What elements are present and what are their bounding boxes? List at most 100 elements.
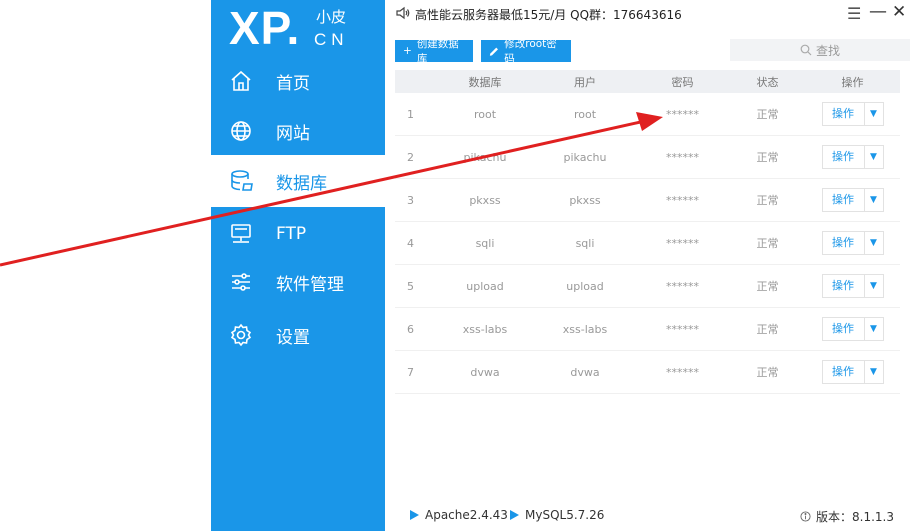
main-panel: 高性能云服务器最低15元/月 QQ群：176643616 ☰ — ✕ + 创建数… bbox=[385, 0, 910, 531]
row-database-name: sqli bbox=[475, 236, 495, 250]
mysql-status[interactable]: MySQL5.7.26 bbox=[510, 508, 604, 522]
table-body: 1 root root ****** 正常 操作 ▼ 2 pikachu pikachu *****… bbox=[395, 93, 900, 394]
table-row: 6 xss-labs xss-labs ****** 正常 操作 ▼ bbox=[395, 308, 900, 351]
sidebar-item-label: 软件管理 bbox=[276, 274, 344, 295]
pencil-icon bbox=[489, 47, 498, 56]
row-status: 正常 bbox=[756, 151, 779, 164]
sidebar-item-database[interactable]: 数据库 bbox=[211, 155, 385, 207]
header-password: 密码 bbox=[671, 75, 694, 89]
row-index: 2 bbox=[407, 150, 414, 164]
sidebar-item-website[interactable]: 网站 bbox=[211, 105, 385, 157]
row-password: ****** bbox=[666, 365, 699, 379]
minimize-icon[interactable]: — bbox=[869, 1, 887, 22]
row-action-dropdown[interactable]: 操作 ▼ bbox=[821, 274, 884, 298]
row-user-name: sqli bbox=[575, 236, 595, 250]
row-action-dropdown[interactable]: 操作 ▼ bbox=[821, 102, 884, 126]
row-password: ****** bbox=[666, 279, 699, 293]
caret-down-icon[interactable]: ▼ bbox=[865, 109, 883, 119]
row-status: 正常 bbox=[756, 323, 779, 336]
search-placeholder: 查找 bbox=[815, 43, 840, 58]
row-status: 正常 bbox=[756, 237, 779, 250]
row-user-name: pkxss bbox=[569, 193, 601, 207]
row-action-button[interactable]: 操作 bbox=[823, 232, 865, 254]
row-action-button[interactable]: 操作 bbox=[823, 361, 865, 383]
sidebar-item-home[interactable]: 首页 bbox=[211, 55, 385, 107]
caret-down-icon[interactable]: ▼ bbox=[865, 195, 883, 205]
row-index: 4 bbox=[407, 236, 414, 250]
row-user-name: pikachu bbox=[563, 150, 607, 164]
row-password: ****** bbox=[666, 193, 699, 207]
row-password: ****** bbox=[666, 236, 699, 250]
change-root-password-button[interactable]: 修改root密码 bbox=[481, 38, 571, 65]
caret-down-icon[interactable]: ▼ bbox=[865, 281, 883, 291]
version-info: 版本：8.1.1.3 bbox=[800, 508, 894, 525]
row-action-dropdown[interactable]: 操作 ▼ bbox=[821, 360, 884, 384]
row-password: ****** bbox=[666, 150, 699, 164]
caret-down-icon[interactable]: ▼ bbox=[865, 152, 883, 162]
row-database-name: dvwa bbox=[470, 365, 500, 379]
logo: XP. 小皮 CN bbox=[229, 2, 379, 56]
mysql-version: MySQL5.7.26 bbox=[525, 508, 605, 522]
caret-down-icon[interactable]: ▼ bbox=[865, 367, 883, 377]
home-icon bbox=[231, 70, 251, 91]
row-index: 6 bbox=[407, 322, 414, 336]
table-row: 5 upload upload ****** 正常 操作 ▼ bbox=[395, 265, 900, 308]
row-action-button[interactable]: 操作 bbox=[823, 318, 865, 340]
row-index: 3 bbox=[407, 193, 414, 207]
row-action-dropdown[interactable]: 操作 ▼ bbox=[821, 231, 884, 255]
sidebar-item-ftp[interactable]: FTP bbox=[211, 208, 385, 260]
row-action-cell: 操作 ▼ bbox=[805, 231, 900, 255]
apache-version: Apache2.4.43 bbox=[425, 508, 508, 522]
row-user-name: upload bbox=[566, 279, 604, 293]
table-header: 数据库 用户 密码 状态 操作 bbox=[395, 70, 900, 93]
sidebar-item-label: 首页 bbox=[276, 73, 310, 94]
search-input[interactable]: 查找 bbox=[730, 39, 910, 61]
row-action-cell: 操作 ▼ bbox=[805, 102, 900, 126]
row-database-name: upload bbox=[466, 279, 504, 293]
sidebar-item-label: FTP bbox=[276, 224, 307, 244]
row-action-cell: 操作 ▼ bbox=[805, 360, 900, 384]
row-action-button[interactable]: 操作 bbox=[823, 275, 865, 297]
header-action: 操作 bbox=[841, 75, 864, 89]
status-bar: Apache2.4.43 MySQL5.7.26 版本：8.1.1.3 bbox=[385, 500, 910, 531]
announcement-text[interactable]: 高性能云服务器最低15元/月 QQ群：176643616 bbox=[415, 6, 682, 23]
database-table: 数据库 用户 密码 状态 操作 1 root root ****** 正常 操作 ▼ 2 pik… bbox=[395, 70, 900, 394]
row-action-dropdown[interactable]: 操作 ▼ bbox=[821, 145, 884, 169]
row-status: 正常 bbox=[756, 366, 779, 379]
header-database: 数据库 bbox=[468, 75, 502, 89]
logo-xp: XP. bbox=[229, 2, 301, 54]
sidebar-item-settings[interactable]: 设置 bbox=[211, 309, 385, 361]
sidebar-item-software[interactable]: 软件管理 bbox=[211, 256, 385, 308]
row-action-cell: 操作 ▼ bbox=[805, 317, 900, 341]
row-action-cell: 操作 ▼ bbox=[805, 145, 900, 169]
row-database-name: pkxss bbox=[469, 193, 501, 207]
row-status: 正常 bbox=[756, 280, 779, 293]
sidebar-item-label: 数据库 bbox=[276, 173, 327, 194]
row-action-button[interactable]: 操作 bbox=[823, 189, 865, 211]
row-action-cell: 操作 ▼ bbox=[805, 188, 900, 212]
close-icon[interactable]: ✕ bbox=[892, 2, 906, 22]
table-row: 2 pikachu pikachu ****** 正常 操作 ▼ bbox=[395, 136, 900, 179]
apache-status[interactable]: Apache2.4.43 bbox=[410, 508, 508, 522]
database-icon bbox=[231, 170, 253, 191]
logo-cn-text: CN bbox=[314, 30, 349, 49]
caret-down-icon[interactable]: ▼ bbox=[865, 324, 883, 334]
ftp-icon bbox=[231, 224, 251, 243]
row-action-dropdown[interactable]: 操作 ▼ bbox=[821, 188, 884, 212]
header-status: 状态 bbox=[756, 75, 779, 89]
globe-icon bbox=[231, 121, 251, 141]
row-action-dropdown[interactable]: 操作 ▼ bbox=[821, 317, 884, 341]
row-action-button[interactable]: 操作 bbox=[823, 103, 865, 125]
menu-icon[interactable]: ☰ bbox=[847, 4, 861, 23]
change-root-password-label: 修改root密码 bbox=[504, 38, 557, 65]
row-action-cell: 操作 ▼ bbox=[805, 274, 900, 298]
create-database-button[interactable]: + 创建数据库 bbox=[395, 38, 473, 65]
search-icon bbox=[800, 44, 812, 56]
logo-small-text: 小皮 bbox=[316, 8, 347, 26]
row-user-name: xss-labs bbox=[562, 322, 608, 336]
gear-icon bbox=[230, 323, 252, 347]
row-database-name: pikachu bbox=[463, 150, 507, 164]
caret-down-icon[interactable]: ▼ bbox=[865, 238, 883, 248]
row-action-button[interactable]: 操作 bbox=[823, 146, 865, 168]
row-user-name: dvwa bbox=[570, 365, 600, 379]
